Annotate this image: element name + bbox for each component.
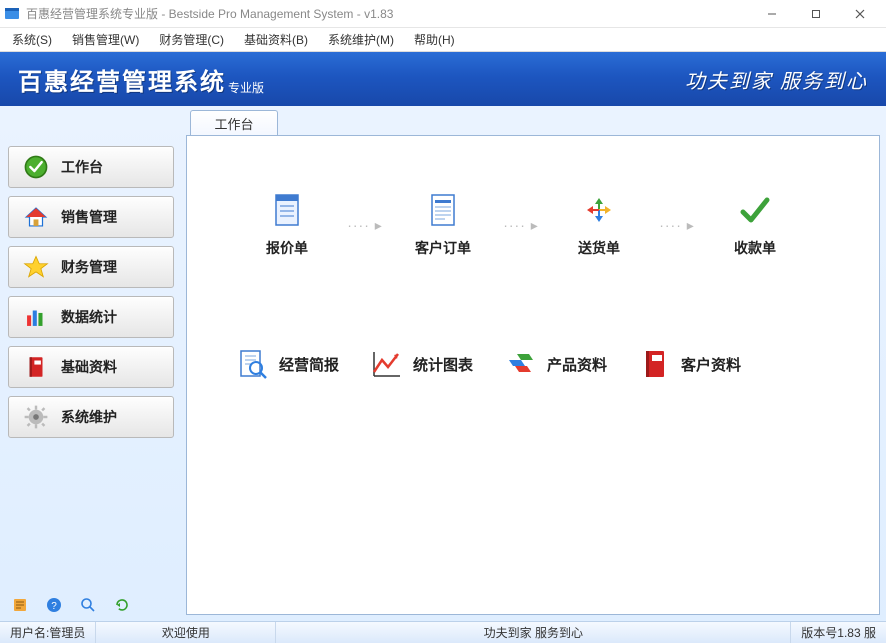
help-icon[interactable]: ?: [46, 597, 62, 613]
flow-order[interactable]: 客户订单: [393, 192, 493, 258]
sidebar-item-stats[interactable]: 数据统计: [8, 296, 174, 338]
sidebar-item-label: 基础资料: [61, 357, 117, 377]
flow-label: 送货单: [578, 238, 620, 258]
flow-label: 收款单: [734, 238, 776, 258]
status-welcome: 欢迎使用: [96, 622, 276, 643]
flow-arrow-icon: ···· ▸: [341, 215, 389, 235]
brand-title: 百惠经营管理系统: [18, 62, 226, 97]
menu-bar: 系统(S) 销售管理(W) 财务管理(C) 基础资料(B) 系统维护(M) 帮助…: [0, 28, 886, 52]
shortcut-brief[interactable]: 经营简报: [237, 348, 339, 380]
report-magnifier-icon: [237, 348, 269, 380]
menu-maint[interactable]: 系统维护(M): [318, 29, 404, 50]
status-user: 用户名:管理员: [0, 622, 96, 643]
order-doc-icon: [425, 192, 461, 228]
status-slogan: 功夫到家 服务到心: [276, 622, 791, 643]
search-icon[interactable]: [80, 597, 96, 613]
menu-finance[interactable]: 财务管理(C): [149, 29, 234, 50]
window-title: 百惠经营管理系统专业版 - Bestside Pro Management Sy…: [26, 5, 750, 22]
customer-book-icon: [639, 348, 671, 380]
sidebar-item-sales[interactable]: 销售管理: [8, 196, 174, 238]
refresh-icon[interactable]: [114, 597, 130, 613]
sidebar-item-label: 财务管理: [61, 257, 117, 277]
status-user-prefix: 用户名:: [10, 624, 49, 641]
workspace: 报价单 ···· ▸ 客户订单 ···· ▸ 送货单 ···· ▸: [186, 135, 880, 615]
shortcut-customers[interactable]: 客户资料: [639, 348, 741, 380]
tab-workbench[interactable]: 工作台: [190, 110, 278, 136]
sidebar-item-label: 销售管理: [61, 207, 117, 227]
shortcut-label: 产品资料: [547, 354, 607, 375]
menu-sales[interactable]: 销售管理(W): [62, 29, 149, 50]
status-version: 版本号1.83 服: [791, 622, 886, 643]
flow-quote[interactable]: 报价单: [237, 192, 337, 258]
star-icon: [23, 254, 49, 280]
house-icon: [23, 204, 49, 230]
receive-check-icon: [737, 192, 773, 228]
main-area: 工作台 报价单 ···· ▸ 客户订单 ···· ▸: [182, 106, 886, 621]
window-controls: [750, 0, 882, 28]
shortcut-label: 经营简报: [279, 354, 339, 375]
sidebar-item-maint[interactable]: 系统维护: [8, 396, 174, 438]
maximize-button[interactable]: [794, 0, 838, 28]
bar-chart-icon: [23, 304, 49, 330]
sidebar-bottom-toolbar: ?: [8, 593, 174, 617]
flow-delivery[interactable]: 送货单: [549, 192, 649, 258]
status-user-name: 管理员: [49, 624, 85, 641]
workflow-row: 报价单 ···· ▸ 客户订单 ···· ▸ 送货单 ···· ▸: [207, 192, 859, 258]
shortcut-row: 经营简报 统计图表 产品资料 客户资料: [207, 348, 859, 380]
tab-strip: 工作台: [182, 106, 886, 136]
menu-system[interactable]: 系统(S): [2, 29, 62, 50]
flow-arrow-icon: ···· ▸: [497, 215, 545, 235]
sidebar: 工作台 销售管理 财务管理 数据统计 基础资料 系统维护 ?: [0, 106, 182, 621]
flow-receipt[interactable]: 收款单: [705, 192, 805, 258]
product-stack-icon: [505, 348, 537, 380]
sidebar-item-label: 数据统计: [61, 307, 117, 327]
sidebar-item-finance[interactable]: 财务管理: [8, 246, 174, 288]
shortcut-charts[interactable]: 统计图表: [371, 348, 473, 380]
shortcut-products[interactable]: 产品资料: [505, 348, 607, 380]
brand-slogan: 功夫到家 服务到心: [685, 65, 868, 94]
close-button[interactable]: [838, 0, 882, 28]
sidebar-item-label: 工作台: [61, 157, 103, 177]
flow-label: 报价单: [266, 238, 308, 258]
sidebar-item-basedata[interactable]: 基础资料: [8, 346, 174, 388]
app-icon: [4, 6, 20, 22]
menu-basedata[interactable]: 基础资料(B): [234, 29, 318, 50]
brand-subtitle: 专业版: [228, 79, 264, 106]
shortcut-label: 统计图表: [413, 354, 473, 375]
menu-help[interactable]: 帮助(H): [404, 29, 465, 50]
gear-icon: [23, 404, 49, 430]
trend-line-icon: [371, 348, 403, 380]
check-circle-icon: [23, 154, 49, 180]
flow-arrow-icon: ···· ▸: [653, 215, 701, 235]
window-titlebar: 百惠经营管理系统专业版 - Bestside Pro Management Sy…: [0, 0, 886, 28]
sidebar-item-label: 系统维护: [61, 407, 117, 427]
book-icon: [23, 354, 49, 380]
note-icon[interactable]: [12, 597, 28, 613]
delivery-icon: [581, 192, 617, 228]
shortcut-label: 客户资料: [681, 354, 741, 375]
app-banner: 百惠经营管理系统 专业版 功夫到家 服务到心: [0, 52, 886, 106]
sidebar-item-workbench[interactable]: 工作台: [8, 146, 174, 188]
flow-label: 客户订单: [415, 238, 471, 258]
status-bar: 用户名:管理员 欢迎使用 功夫到家 服务到心 版本号1.83 服: [0, 621, 886, 643]
quote-doc-icon: [269, 192, 305, 228]
svg-text:?: ?: [51, 601, 57, 612]
minimize-button[interactable]: [750, 0, 794, 28]
